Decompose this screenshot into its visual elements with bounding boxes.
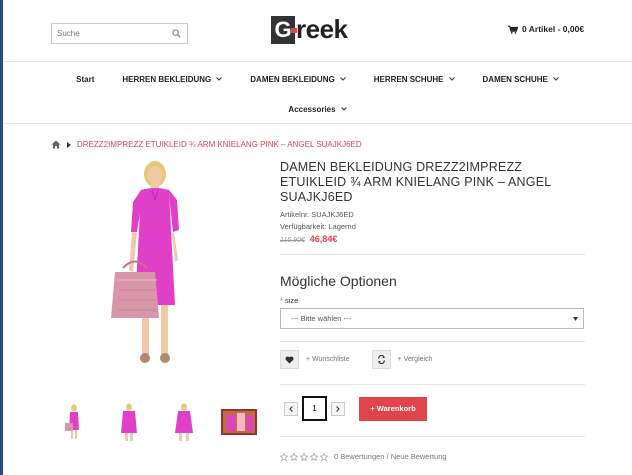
home-icon[interactable] — [51, 140, 61, 149]
old-price: 116,90€ — [280, 237, 305, 244]
heart-icon — [285, 355, 294, 364]
reviews-row: 0 Bewertungen / Neue Bewertung — [280, 452, 447, 461]
size-label-text: size — [285, 296, 299, 305]
search-box[interactable] — [51, 23, 188, 44]
star-icon — [320, 452, 328, 461]
star-icon — [280, 452, 288, 461]
logo-letter: G — [271, 15, 297, 44]
nav-item-label: HERREN SCHUHE — [373, 74, 444, 84]
site-header: G reek 0 Artikel - 0,00€ — [3, 0, 632, 62]
star-icon — [300, 452, 308, 461]
chevron-down-icon — [339, 77, 346, 81]
product-thumbnails — [56, 403, 257, 441]
nav-item-label: Start — [76, 74, 95, 84]
divider — [280, 384, 585, 385]
divider — [280, 341, 585, 342]
site-logo[interactable]: G reek — [271, 14, 348, 45]
search-icon[interactable] — [172, 29, 181, 38]
logo-text: reek — [296, 14, 348, 44]
product-thumbnail[interactable] — [221, 403, 257, 441]
main-navigation: Start HERREN BEKLEIDUNG DAMEN BEKLEIDUNG… — [3, 62, 632, 124]
star-icon — [310, 452, 318, 461]
product-meta: Artikelnr. SUAJKJ6ED Verfügbarkeit: Lage… — [280, 209, 585, 233]
header-cart[interactable]: 0 Artikel - 0,00€ — [508, 24, 584, 34]
chevron-down-icon — [553, 77, 559, 81]
nav-item-label: Accessories — [288, 104, 336, 114]
reviews-link[interactable]: 0 Bewertungen / Neue Bewertung — [334, 452, 447, 461]
add-to-cart-button[interactable]: + Warenkorb — [359, 396, 427, 421]
compare-link[interactable]: + Vergleich — [398, 356, 433, 363]
size-select-value: --- Bitte wählen --- — [291, 314, 352, 323]
nav-row-1: Start HERREN BEKLEIDUNG DAMEN BEKLEIDUNG… — [3, 72, 632, 86]
wishlist-button[interactable] — [280, 350, 299, 369]
compare-button[interactable] — [371, 350, 391, 369]
chevron-down-icon — [448, 77, 455, 81]
product-thumbnail[interactable] — [166, 403, 202, 441]
cart-summary: 0 Artikel - 0,00€ — [522, 24, 585, 34]
quantity-input[interactable] — [302, 396, 327, 421]
size-label: * size — [280, 296, 298, 305]
caret-right-icon — [67, 141, 71, 148]
nav-item-start[interactable]: Start — [62, 72, 108, 86]
chevron-right-icon — [336, 405, 340, 412]
article-number: Artikelnr. SUAJKJ6ED — [280, 210, 354, 219]
star-icon — [290, 452, 298, 461]
quantity-decrease-button[interactable] — [284, 401, 298, 416]
product-info: DAMEN BEKLEIDUNG DREZZ2IMPREZZ ETUIKLEID… — [280, 160, 585, 244]
nav-item-label: DAMEN BEKLEIDUNG — [250, 74, 335, 84]
product-thumbnail[interactable] — [111, 403, 147, 441]
product-main-image[interactable] — [75, 160, 235, 380]
exchange-icon — [377, 355, 385, 364]
options-title: Mögliche Optionen — [280, 273, 397, 289]
product-thumbnail[interactable] — [56, 403, 92, 441]
divider — [280, 436, 585, 437]
price-block: 116,90€ 46,84€ — [280, 234, 585, 244]
product-title: DAMEN BEKLEIDUNG DREZZ2IMPREZZ ETUIKLEID… — [280, 160, 551, 204]
chevron-down-icon — [340, 107, 347, 111]
nav-row-2: Accessories — [3, 102, 632, 116]
wishlist-link[interactable]: + Wunschliste — [306, 356, 350, 363]
quantity-row: + Warenkorb — [284, 396, 427, 421]
chevron-down-icon — [216, 77, 223, 81]
dropdown-arrow-icon — [573, 317, 578, 321]
wishlist-compare-row: + Wunschliste + Vergleich — [280, 350, 454, 369]
size-select[interactable]: --- Bitte wählen --- — [280, 308, 584, 329]
nav-item-label: DAMEN SCHUHE — [482, 74, 548, 84]
availability: Verfügbarkeit: Lagernd — [280, 222, 356, 231]
nav-item-damen-schuhe[interactable]: DAMEN SCHUHE — [469, 72, 573, 86]
required-mark: * — [280, 296, 283, 305]
chevron-left-icon — [289, 405, 293, 412]
sale-price: 46,84€ — [309, 234, 338, 244]
nav-item-accessories[interactable]: Accessories — [274, 102, 360, 116]
divider — [280, 254, 585, 255]
shopping-cart-icon — [508, 25, 518, 34]
nav-item-damen-bekleidung[interactable]: DAMEN BEKLEIDUNG — [236, 72, 359, 86]
breadcrumb: DREZZ2IMPREZZ ETUIKLEID ¾ ARM KNIELANG P… — [51, 140, 362, 149]
quantity-increase-button[interactable] — [331, 401, 345, 416]
search-input[interactable] — [52, 29, 167, 38]
nav-item-herren-schuhe[interactable]: HERREN SCHUHE — [360, 72, 469, 86]
breadcrumb-current[interactable]: DREZZ2IMPREZZ ETUIKLEID ¾ ARM KNIELANG P… — [77, 140, 362, 149]
nav-item-label: HERREN BEKLEIDUNG — [122, 74, 212, 84]
nav-item-herren-bekleidung[interactable]: HERREN BEKLEIDUNG — [108, 72, 236, 86]
